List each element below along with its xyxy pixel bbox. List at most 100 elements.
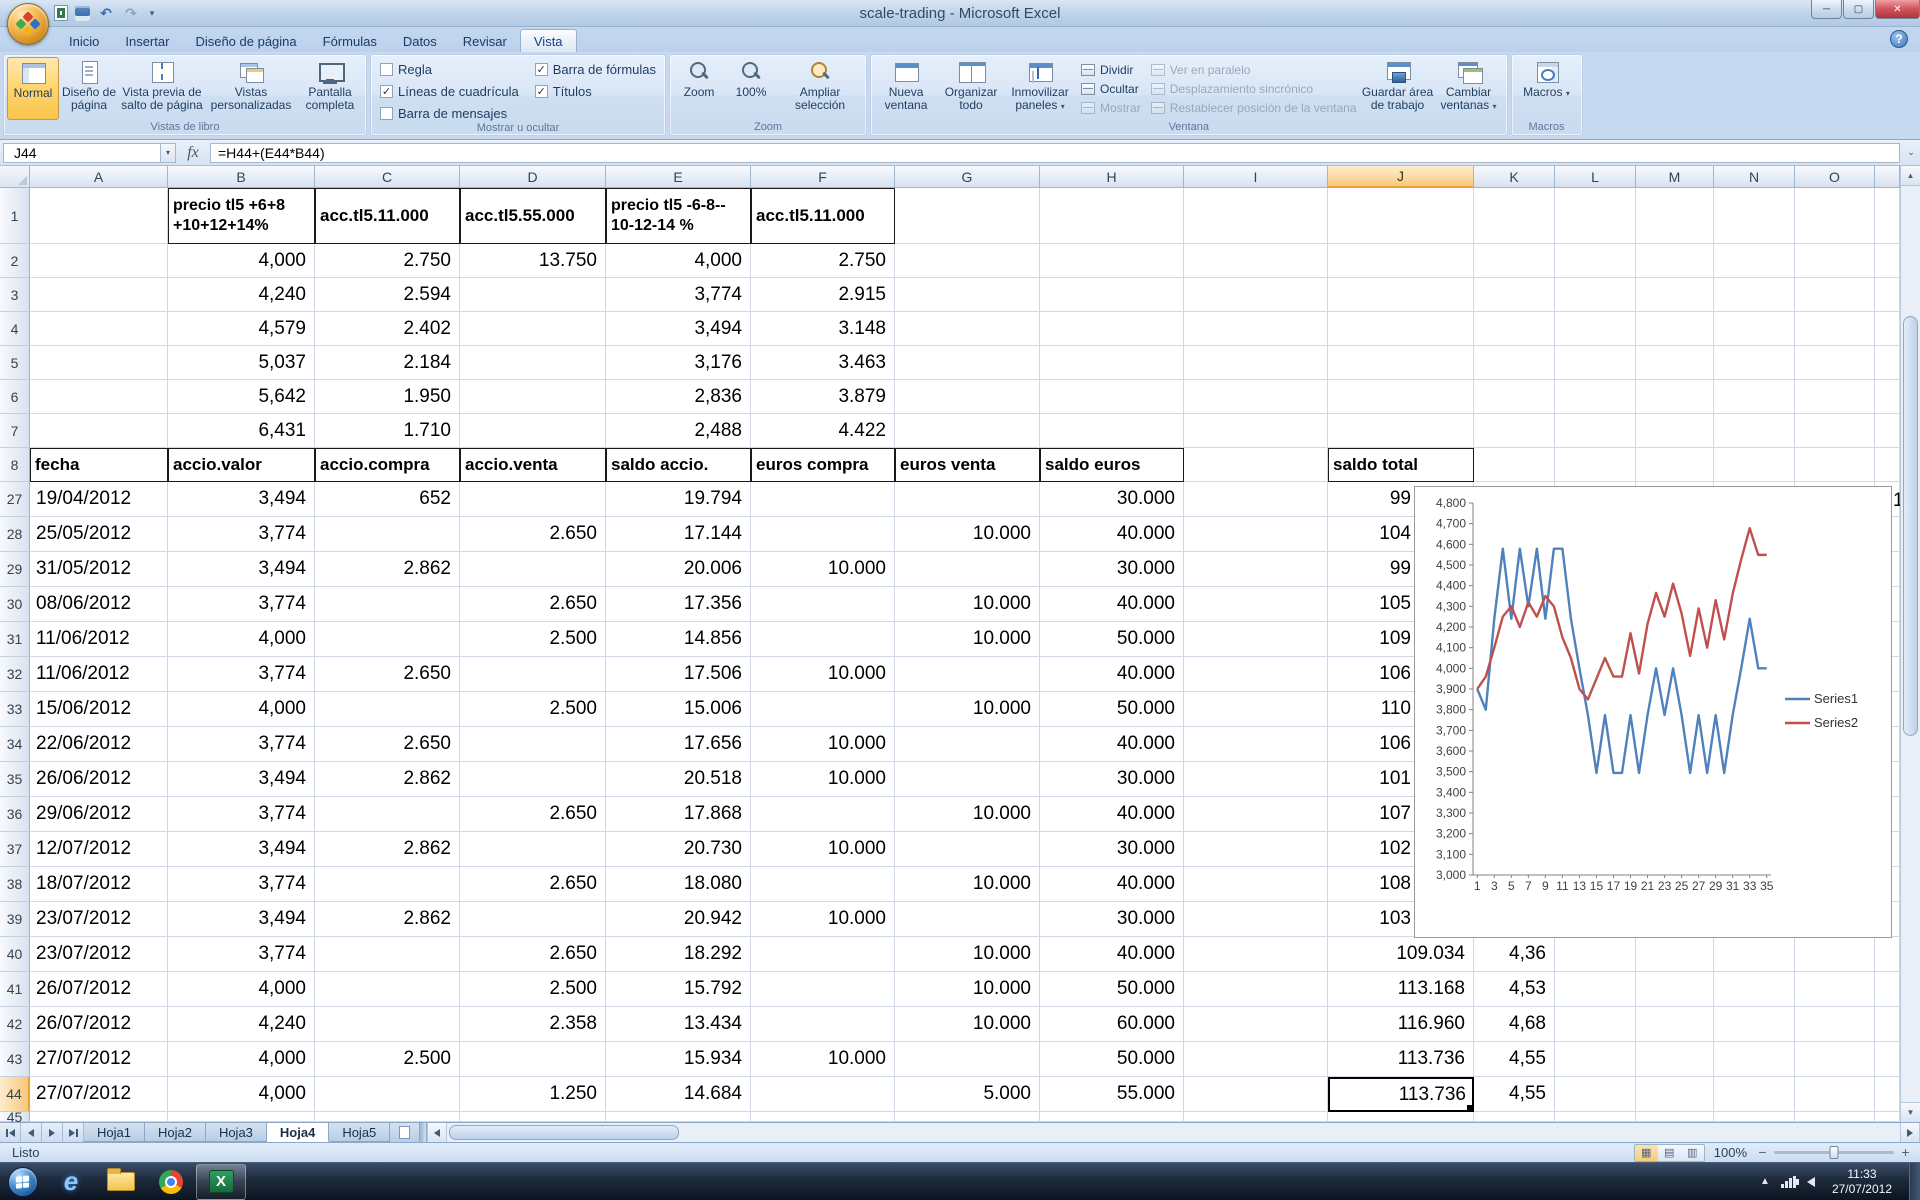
cell-O7[interactable] bbox=[1795, 414, 1875, 448]
cell-C3[interactable]: 2.594 bbox=[315, 278, 460, 312]
ribbon-tab-revisar[interactable]: Revisar bbox=[450, 30, 520, 52]
cell-C38[interactable] bbox=[315, 867, 460, 902]
cell-H45[interactable] bbox=[1040, 1112, 1184, 1122]
column-header-O[interactable]: O bbox=[1795, 166, 1875, 188]
cell-B1[interactable]: precio tl5 +6+8 +10+12+14% bbox=[168, 188, 315, 244]
cell-D3[interactable] bbox=[460, 278, 606, 312]
cell-H30[interactable]: 40.000 bbox=[1040, 587, 1184, 622]
cell-N4[interactable] bbox=[1714, 312, 1795, 346]
cell-J2[interactable] bbox=[1328, 244, 1474, 278]
cell-C36[interactable] bbox=[315, 797, 460, 832]
cell-F38[interactable] bbox=[751, 867, 895, 902]
cell-F2[interactable]: 2.750 bbox=[751, 244, 895, 278]
cell-C41[interactable] bbox=[315, 972, 460, 1007]
cell-G43[interactable] bbox=[895, 1042, 1040, 1077]
cell-F30[interactable] bbox=[751, 587, 895, 622]
row-header-31[interactable]: 31 bbox=[0, 622, 30, 657]
cell-N2[interactable] bbox=[1714, 244, 1795, 278]
cell-H36[interactable]: 40.000 bbox=[1040, 797, 1184, 832]
cell-partial-43[interactable] bbox=[1875, 1042, 1900, 1077]
cell-F6[interactable]: 3.879 bbox=[751, 380, 895, 414]
cell-B7[interactable]: 6,431 bbox=[168, 414, 315, 448]
cell-L6[interactable] bbox=[1555, 380, 1636, 414]
cell-I7[interactable] bbox=[1184, 414, 1328, 448]
cell-partial-44[interactable] bbox=[1875, 1077, 1900, 1112]
cell-I43[interactable] bbox=[1184, 1042, 1328, 1077]
cell-E4[interactable]: 3,494 bbox=[606, 312, 751, 346]
cell-E31[interactable]: 14.856 bbox=[606, 622, 751, 657]
cell-D43[interactable] bbox=[460, 1042, 606, 1077]
cell-H4[interactable] bbox=[1040, 312, 1184, 346]
page-layout-view-shortcut[interactable]: ▤ bbox=[1658, 1145, 1681, 1161]
column-header-J[interactable]: J bbox=[1328, 166, 1474, 188]
cell-C40[interactable] bbox=[315, 937, 460, 972]
cell-G41[interactable]: 10.000 bbox=[895, 972, 1040, 1007]
hidden-icons-button[interactable]: ▲ bbox=[1760, 1176, 1770, 1187]
cell-G3[interactable] bbox=[895, 278, 1040, 312]
cell-D34[interactable] bbox=[460, 727, 606, 762]
cell-A28[interactable]: 25/05/2012 bbox=[30, 517, 168, 552]
cell-G37[interactable] bbox=[895, 832, 1040, 867]
synchronous-scrolling-button[interactable]: Desplazamiento sincrónico bbox=[1151, 82, 1357, 96]
checkbox-barra-de-mensajes[interactable]: Barra de mensajes bbox=[380, 106, 519, 121]
cell-partial-2[interactable] bbox=[1875, 244, 1900, 278]
cell-L7[interactable] bbox=[1555, 414, 1636, 448]
taskbar-clock[interactable]: 11:33 27/07/2012 bbox=[1832, 1167, 1892, 1197]
cell-B30[interactable]: 3,774 bbox=[168, 587, 315, 622]
cell-E42[interactable]: 13.434 bbox=[606, 1007, 751, 1042]
cell-I31[interactable] bbox=[1184, 622, 1328, 657]
cell-I28[interactable] bbox=[1184, 517, 1328, 552]
cell-D35[interactable] bbox=[460, 762, 606, 797]
cell-D29[interactable] bbox=[460, 552, 606, 587]
first-sheet-button[interactable] bbox=[0, 1123, 21, 1142]
save-workspace-button[interactable]: Guardar área de trabajo bbox=[1362, 57, 1434, 120]
checkbox-barra-de-f-rmulas[interactable]: ✓Barra de fórmulas bbox=[535, 62, 656, 77]
cell-K6[interactable] bbox=[1474, 380, 1555, 414]
column-header-F[interactable]: F bbox=[751, 166, 895, 188]
cell-D44[interactable]: 1.250 bbox=[460, 1077, 606, 1112]
ribbon-tab-insertar[interactable]: Insertar bbox=[112, 30, 182, 52]
previous-sheet-button[interactable] bbox=[21, 1123, 42, 1142]
taskbar-file-explorer[interactable] bbox=[96, 1163, 146, 1200]
cell-B31[interactable]: 4,000 bbox=[168, 622, 315, 657]
row-header-6[interactable]: 6 bbox=[0, 380, 30, 414]
cell-G36[interactable]: 10.000 bbox=[895, 797, 1040, 832]
cell-O4[interactable] bbox=[1795, 312, 1875, 346]
cell-B2[interactable]: 4,000 bbox=[168, 244, 315, 278]
cell-A6[interactable] bbox=[30, 380, 168, 414]
cell-K40[interactable]: 4,36 bbox=[1474, 937, 1555, 972]
minimize-button[interactable]: ─ bbox=[1811, 0, 1842, 19]
cell-M1[interactable] bbox=[1636, 188, 1714, 244]
row-header-4[interactable]: 4 bbox=[0, 312, 30, 346]
cell-N1[interactable] bbox=[1714, 188, 1795, 244]
cell-H38[interactable]: 40.000 bbox=[1040, 867, 1184, 902]
cell-E7[interactable]: 2,488 bbox=[606, 414, 751, 448]
zoom-out-button[interactable]: − bbox=[1756, 1146, 1769, 1159]
cell-E5[interactable]: 3,176 bbox=[606, 346, 751, 380]
cell-I45[interactable] bbox=[1184, 1112, 1328, 1122]
vertical-scrollbar[interactable]: ▲ ▼ bbox=[1900, 166, 1920, 1122]
cell-I33[interactable] bbox=[1184, 692, 1328, 727]
cell-B38[interactable]: 3,774 bbox=[168, 867, 315, 902]
freeze-panes-button[interactable]: Inmovilizar paneles ▾ bbox=[1004, 57, 1076, 120]
cell-F42[interactable] bbox=[751, 1007, 895, 1042]
sheet-tab-hoja5[interactable]: Hoja5 bbox=[329, 1123, 390, 1142]
cell-O5[interactable] bbox=[1795, 346, 1875, 380]
cell-F32[interactable]: 10.000 bbox=[751, 657, 895, 692]
cell-A29[interactable]: 31/05/2012 bbox=[30, 552, 168, 587]
cell-B27[interactable]: 3,494 bbox=[168, 482, 315, 517]
maximize-button[interactable]: ▢ bbox=[1843, 0, 1874, 19]
cell-H34[interactable]: 40.000 bbox=[1040, 727, 1184, 762]
cell-E36[interactable]: 17.868 bbox=[606, 797, 751, 832]
cell-G27[interactable] bbox=[895, 482, 1040, 517]
cell-E1[interactable]: precio tl5 -6-8-- 10-12-14 % bbox=[606, 188, 751, 244]
row-header-8[interactable]: 8 bbox=[0, 448, 30, 482]
cell-B8[interactable]: accio.valor bbox=[168, 448, 315, 482]
cell-K3[interactable] bbox=[1474, 278, 1555, 312]
cell-G35[interactable] bbox=[895, 762, 1040, 797]
cell-E37[interactable]: 20.730 bbox=[606, 832, 751, 867]
embedded-chart[interactable]: 3,0003,1003,2003,3003,4003,5003,6003,700… bbox=[1414, 486, 1892, 938]
cell-B40[interactable]: 3,774 bbox=[168, 937, 315, 972]
cell-D28[interactable]: 2.650 bbox=[460, 517, 606, 552]
sheet-tab-hoja4[interactable]: Hoja4 bbox=[267, 1123, 329, 1142]
